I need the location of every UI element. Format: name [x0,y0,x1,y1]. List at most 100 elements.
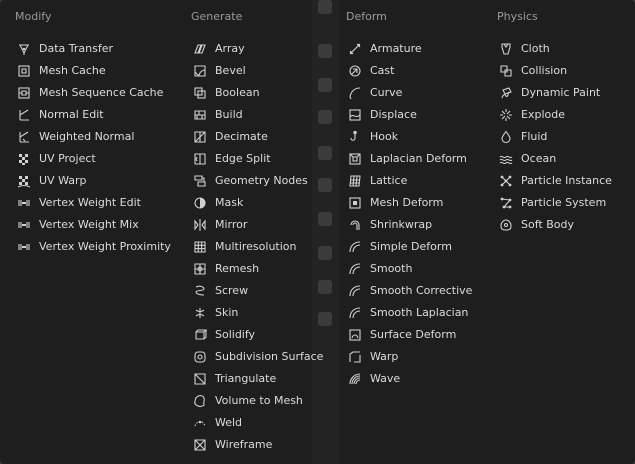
menu-item-vertex-weight-edit[interactable]: Vertex Weight Edit [17,192,141,214]
menu-item-vertex-weight-mix[interactable]: Vertex Weight Mix [17,214,139,236]
wireframe-icon [193,438,207,452]
volume-to-mesh-icon [193,394,207,408]
menu-item-triangulate[interactable]: Triangulate [193,368,276,390]
geometry-nodes-icon [193,174,207,188]
displace-icon [348,108,362,122]
vertex-weight-icon [17,196,31,210]
menu-item-displace[interactable]: Displace [348,104,417,126]
menu-item-uv-warp[interactable]: UV Warp [17,170,87,192]
menu-item-label: Dynamic Paint [521,86,601,99]
menu-item-surface-deform[interactable]: Surface Deform [348,324,456,346]
menu-item-ocean[interactable]: Ocean [499,148,556,170]
normal-edit-icon [17,108,31,122]
menu-item-simple-deform[interactable]: Simple Deform [348,236,452,258]
viewport-toolbar-strip [312,0,338,464]
menu-item-subdivision-surface[interactable]: Subdivision Surface [193,346,323,368]
menu-item-collision[interactable]: Collision [499,60,567,82]
menu-item-cloth[interactable]: Cloth [499,38,550,60]
uv-warp-icon [17,174,31,188]
menu-item-smooth-corrective[interactable]: Smooth Corrective [348,280,472,302]
menu-item-particle-system[interactable]: Particle System [499,192,606,214]
menu-item-explode[interactable]: Explode [499,104,565,126]
menu-item-label: Data Transfer [39,42,113,55]
menu-item-label: Vertex Weight Proximity [39,240,171,253]
menu-item-build[interactable]: Build [193,104,243,126]
menu-item-vertex-weight-proximity[interactable]: Vertex Weight Proximity [17,236,171,258]
uv-project-icon [17,152,31,166]
mesh-deform-icon [348,196,362,210]
menu-item-decimate[interactable]: Decimate [193,126,268,148]
menu-item-label: Ocean [521,152,557,165]
menu-item-label: Normal Edit [39,108,104,121]
smooth-icon [348,262,362,276]
menu-item-weighted-normal[interactable]: Weighted Normal [17,126,134,148]
menu-item-remesh[interactable]: Remesh [193,258,259,280]
menu-item-label: Soft Body [521,218,574,231]
menu-item-label: UV Project [39,152,96,165]
menu-item-label: Vertex Weight Edit [39,196,141,209]
menu-item-label: Geometry Nodes [215,174,308,187]
menu-item-label: Mesh Cache [39,64,106,77]
menu-item-label: Cast [370,64,395,77]
menu-item-wave[interactable]: Wave [348,368,400,390]
menu-item-solidify[interactable]: Solidify [193,324,255,346]
menu-item-shrinkwrap[interactable]: Shrinkwrap [348,214,432,236]
menu-item-skin[interactable]: Skin [193,302,238,324]
menu-item-hook[interactable]: Hook [348,126,398,148]
menu-item-data-transfer[interactable]: Data Transfer [17,38,113,60]
mesh-cache-icon [17,64,31,78]
menu-item-label: Triangulate [215,372,277,385]
menu-item-dynamic-paint[interactable]: Dynamic Paint [499,82,600,104]
menu-item-fluid[interactable]: Fluid [499,126,547,148]
menu-item-mask[interactable]: Mask [193,192,243,214]
column-header-modify: Modify [15,10,52,23]
explode-icon [499,108,513,122]
multiresolution-icon [193,240,207,254]
menu-item-weld[interactable]: Weld [193,412,242,434]
menu-item-mesh-deform[interactable]: Mesh Deform [348,192,443,214]
menu-item-lattice[interactable]: Lattice [348,170,407,192]
particle-system-icon [499,196,513,210]
subdivision-surface-icon [193,350,207,364]
menu-item-mesh-sequence-cache[interactable]: Mesh Sequence Cache [17,82,163,104]
menu-item-warp[interactable]: Warp [348,346,398,368]
menu-item-curve[interactable]: Curve [348,82,402,104]
menu-item-label: Weld [215,416,243,429]
menu-item-label: Build [215,108,243,121]
data-transfer-icon [17,42,31,56]
menu-item-label: Displace [370,108,417,121]
menu-item-mesh-cache[interactable]: Mesh Cache [17,60,106,82]
collision-icon [499,64,513,78]
menu-item-multiresolution[interactable]: Multiresolution [193,236,297,258]
menu-item-cast[interactable]: Cast [348,60,394,82]
boolean-icon [193,86,207,100]
menu-item-volume-to-mesh[interactable]: Volume to Mesh [193,390,303,412]
menu-item-uv-project[interactable]: UV Project [17,148,96,170]
menu-item-mirror[interactable]: Mirror [193,214,247,236]
surface-deform-icon [348,328,362,342]
menu-item-normal-edit[interactable]: Normal Edit [17,104,104,126]
menu-item-boolean[interactable]: Boolean [193,82,260,104]
triangulate-icon [193,372,207,386]
menu-item-armature[interactable]: Armature [348,38,422,60]
menu-item-wireframe[interactable]: Wireframe [193,434,272,456]
menu-item-smooth[interactable]: Smooth [348,258,412,280]
particle-instance-icon [499,174,513,188]
menu-item-label: Wave [370,372,401,385]
menu-item-screw[interactable]: Screw [193,280,248,302]
menu-item-label: Mesh Deform [370,196,444,209]
cast-icon [348,64,362,78]
hook-icon [348,130,362,144]
smooth-icon [348,306,362,320]
menu-item-bevel[interactable]: Bevel [193,60,246,82]
menu-item-label: Smooth Corrective [370,284,473,297]
menu-item-array[interactable]: Array [193,38,245,60]
menu-item-edge-split[interactable]: Edge Split [193,148,271,170]
menu-item-soft-body[interactable]: Soft Body [499,214,574,236]
menu-item-smooth-laplacian[interactable]: Smooth Laplacian [348,302,468,324]
menu-item-particle-instance[interactable]: Particle Instance [499,170,612,192]
menu-item-label: Particle Instance [521,174,612,187]
menu-item-geometry-nodes[interactable]: Geometry Nodes [193,170,308,192]
menu-item-laplacian-deform[interactable]: Laplacian Deform [348,148,467,170]
smooth-icon [348,284,362,298]
